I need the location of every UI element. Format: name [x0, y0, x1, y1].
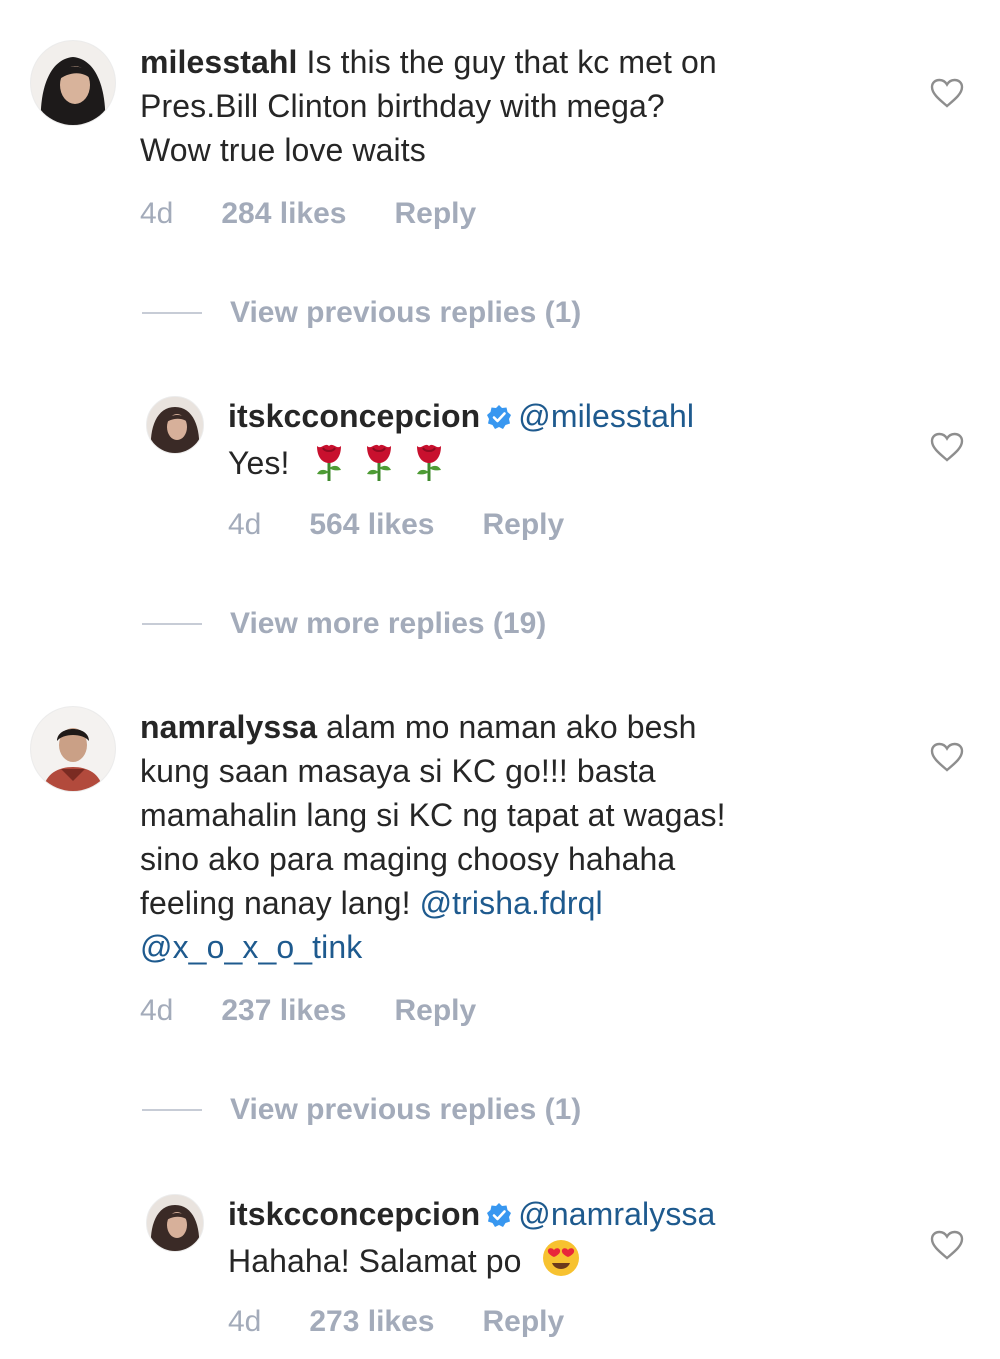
- avatar-milesstahl[interactable]: [30, 40, 116, 126]
- reply-button[interactable]: Reply: [395, 197, 477, 231]
- comment-text-line: alam mo naman ako besh: [326, 709, 697, 745]
- comment-text-line: feeling nanay lang!: [140, 885, 411, 921]
- comment-text: milesstahl Is this the guy that kc met o…: [140, 40, 880, 172]
- reply-username[interactable]: itskcconcepcion: [228, 1196, 480, 1232]
- heart-outline-icon[interactable]: [930, 1230, 964, 1260]
- view-previous-replies-button[interactable]: View previous replies (1): [142, 296, 581, 330]
- mention-link[interactable]: @milesstahl: [518, 398, 694, 434]
- divider-line: [142, 312, 202, 314]
- rose-emoji: [416, 444, 441, 481]
- comment-username[interactable]: milesstahl: [140, 44, 298, 80]
- heart-outline-icon[interactable]: [930, 78, 964, 108]
- reply-text-line: Yes!: [228, 445, 290, 481]
- comment-meta: 4d 284 likes Reply: [140, 197, 476, 231]
- reply-button[interactable]: Reply: [483, 508, 565, 542]
- avatar-namralyssa[interactable]: [30, 706, 116, 792]
- reply-meta: 4d 564 likes Reply: [228, 508, 564, 542]
- divider-line: [142, 1109, 202, 1111]
- comment-text-line: Pres.Bill Clinton birthday with mega?: [140, 88, 665, 124]
- comment-text-line: Wow true love waits: [140, 132, 426, 168]
- mention-link[interactable]: @namralyssa: [518, 1196, 715, 1232]
- rose-emoji: [316, 444, 341, 481]
- view-replies-label: View previous replies (1): [230, 296, 582, 329]
- comment-likes[interactable]: 284 likes: [221, 197, 346, 231]
- avatar-itskcconcepcion[interactable]: [146, 1194, 204, 1252]
- view-replies-label: View previous replies (1): [230, 1093, 582, 1126]
- comment-age: 4d: [140, 197, 174, 230]
- comment-text-line: mamahalin lang si KC ng tapat at wagas!: [140, 797, 726, 833]
- heart-outline-icon[interactable]: [930, 432, 964, 462]
- reply-meta: 4d 273 likes Reply: [228, 1305, 564, 1339]
- mention-link[interactable]: @x_o_x_o_tink: [140, 929, 362, 965]
- heart-outline-icon[interactable]: [930, 742, 964, 772]
- view-more-label: View more replies (19): [230, 607, 547, 640]
- reply-text: itskcconcepcion @namralyssa Hahaha! Sala…: [228, 1192, 908, 1283]
- reply-likes[interactable]: 273 likes: [309, 1305, 434, 1339]
- comment-username[interactable]: namralyssa: [140, 709, 317, 745]
- comment-text: namralyssa alam mo naman ako besh kung s…: [140, 705, 880, 969]
- divider-line: [142, 623, 202, 625]
- reply-text-line: Hahaha! Salamat po: [228, 1243, 522, 1279]
- reply-button[interactable]: Reply: [395, 994, 477, 1028]
- reply-username[interactable]: itskcconcepcion: [228, 398, 480, 434]
- comment-age: 4d: [140, 994, 174, 1027]
- rose-emoji: [366, 444, 391, 481]
- reply-button[interactable]: Reply: [483, 1305, 565, 1339]
- reply-age: 4d: [228, 1305, 262, 1338]
- reply-text: itskcconcepcion @milesstahl Yes!: [228, 394, 908, 485]
- comment-likes[interactable]: 237 likes: [221, 994, 346, 1028]
- verified-badge-icon: [487, 1203, 512, 1227]
- heart-eyes-emoji: [542, 1240, 579, 1276]
- reply-likes[interactable]: 564 likes: [309, 508, 434, 542]
- view-previous-replies-button[interactable]: View previous replies (1): [142, 1093, 581, 1127]
- comment-text-line: kung saan masaya si KC go!!! basta: [140, 753, 656, 789]
- view-more-replies-button[interactable]: View more replies (19): [142, 607, 546, 641]
- avatar-itskcconcepcion[interactable]: [146, 396, 204, 454]
- comment-text-line: sino ako para maging choosy hahaha: [140, 841, 676, 877]
- mention-link[interactable]: @trisha.fdrql: [420, 885, 603, 921]
- comment-text-line: Is this the guy that kc met on: [306, 44, 717, 80]
- comment-meta: 4d 237 likes Reply: [140, 994, 476, 1028]
- verified-badge-icon: [487, 405, 512, 429]
- reply-age: 4d: [228, 508, 262, 541]
